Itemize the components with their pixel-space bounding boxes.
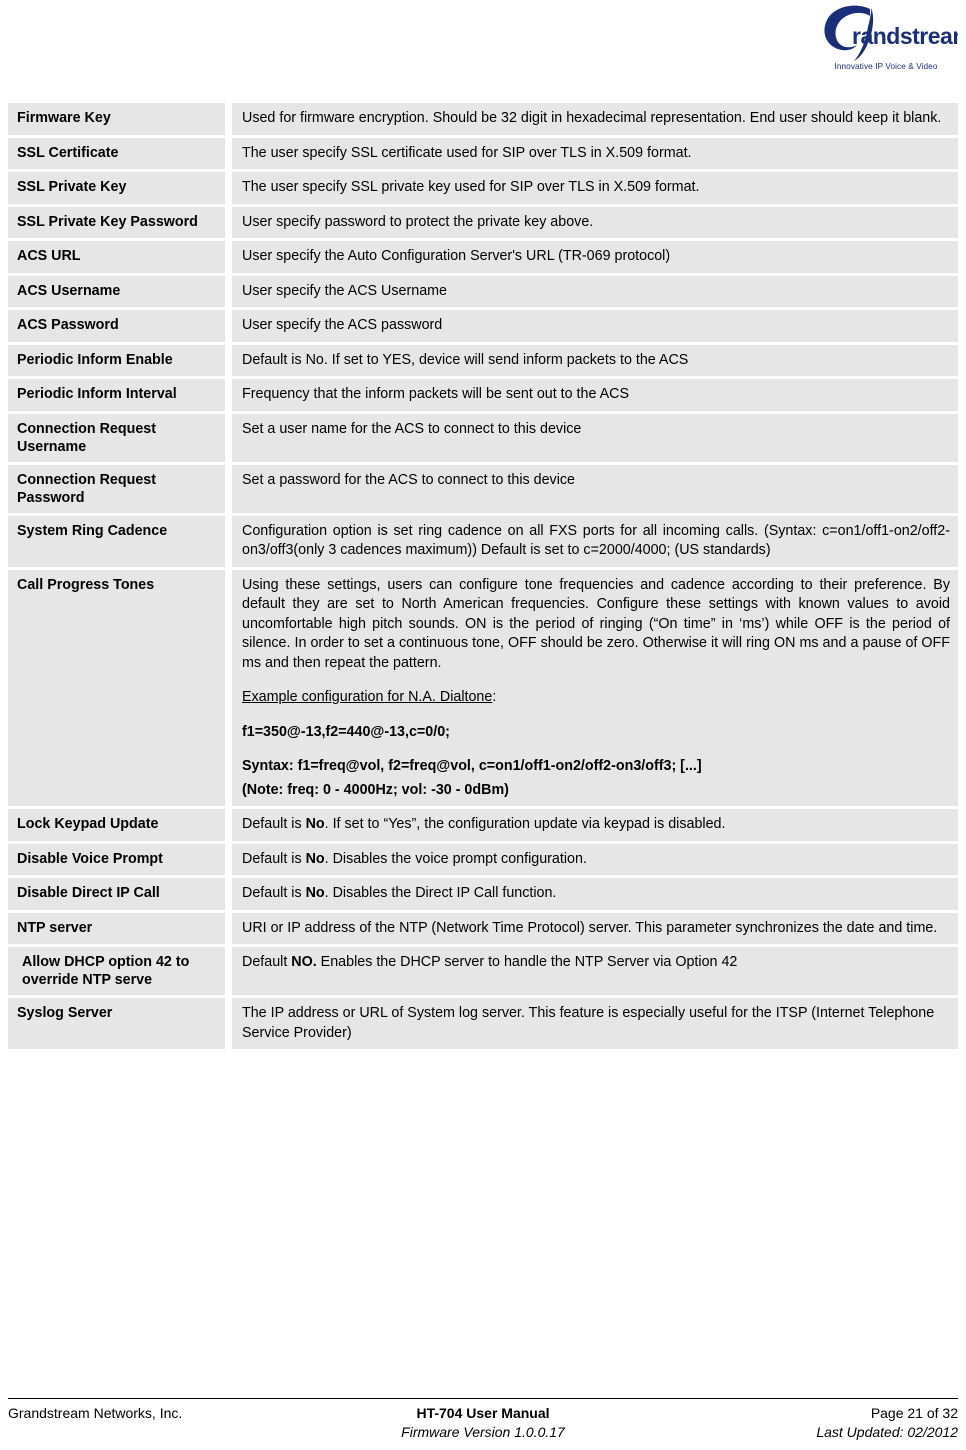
desc-suffix: . If set to “Yes”, the configuration upd… <box>324 816 726 832</box>
table-row: Periodic Inform Interval Frequency that … <box>8 379 958 411</box>
row-description: Set a user name for the ACS to connect t… <box>232 413 958 462</box>
table-row: Connection Request Username Set a user n… <box>8 413 958 462</box>
row-description: The IP address or URL of System log serv… <box>232 998 958 1049</box>
row-description: The user specify SSL certificate used fo… <box>232 137 958 169</box>
parameter-table: Firmware Key Used for firmware encryptio… <box>8 100 958 1052</box>
svg-text:randstream: randstream <box>852 23 958 49</box>
row-description: Used for firmware encryption. Should be … <box>232 103 958 135</box>
row-description: Using these settings, users can configur… <box>232 569 958 806</box>
row-label: SSL Private Key Password <box>8 206 232 238</box>
row-label: Allow DHCP option 42 to override NTP ser… <box>8 947 232 995</box>
table-row: Lock Keypad Update Default is No. If set… <box>8 809 958 841</box>
row-description: Set a password for the ACS to connect to… <box>232 464 958 513</box>
table-row: Disable Voice Prompt Default is No. Disa… <box>8 843 958 875</box>
desc-default-value: No <box>305 885 325 901</box>
logo-tagline: Innovative IP Voice & Video <box>834 62 938 71</box>
row-label: ACS Username <box>8 275 232 307</box>
desc-suffix: Enables the DHCP server to handle the NT… <box>316 954 738 970</box>
table-row: Disable Direct IP Call Default is No. Di… <box>8 878 958 910</box>
row-description: Default is No. Disables the voice prompt… <box>232 843 958 875</box>
row-label: SSL Certificate <box>8 137 232 169</box>
table-row: SSL Certificate The user specify SSL cer… <box>8 137 958 169</box>
example-config-heading: Example configuration for N.A. Dialtone: <box>242 688 950 708</box>
row-description: User specify password to protect the pri… <box>232 206 958 238</box>
page-footer: Grandstream Networks, Inc. HT-704 User M… <box>8 1398 958 1442</box>
row-label: Connection Request Password <box>8 464 232 513</box>
row-label: Connection Request Username <box>8 413 232 462</box>
table-row: Allow DHCP option 42 to override NTP ser… <box>8 947 958 995</box>
page-header: randstream Innovative IP Voice & Video <box>0 0 966 92</box>
footer-last-updated: Last Updated: 02/2012 <box>816 1424 958 1440</box>
row-description: Configuration option is set ring cadence… <box>232 515 958 567</box>
table-row: ACS Password User specify the ACS passwo… <box>8 310 958 342</box>
desc-prefix: Default is <box>242 885 306 901</box>
table-row: Connection Request Password Set a passwo… <box>8 464 958 513</box>
row-label: SSL Private Key <box>8 172 232 204</box>
row-label: System Ring Cadence <box>8 515 232 567</box>
row-description: Default is No. Disables the Direct IP Ca… <box>232 878 958 910</box>
footer-center: HT-704 User Manual Firmware Version 1.0.… <box>293 1404 673 1442</box>
table-row: Syslog Server The IP address or URL of S… <box>8 998 958 1049</box>
footer-manual-title: HT-704 User Manual <box>416 1405 550 1421</box>
desc-default-value: NO. <box>291 954 317 970</box>
row-label: Periodic Inform Interval <box>8 379 232 411</box>
desc-prefix: Default is <box>242 816 306 832</box>
row-description: URI or IP address of the NTP (Network Ti… <box>232 912 958 944</box>
desc-suffix: . Disables the voice prompt configuratio… <box>324 850 587 867</box>
table-row: ACS URL User specify the Auto Configurat… <box>8 241 958 273</box>
grandstream-logo-mark: randstream <box>824 5 958 61</box>
example-config-label: Example configuration for N.A. Dialtone <box>242 689 493 705</box>
desc-suffix: . Disables the Direct IP Call function. <box>324 885 557 901</box>
footer-page-number: Page 21 of 32 <box>870 1405 958 1421</box>
row-label: Syslog Server <box>8 998 232 1049</box>
example-config-colon: : <box>492 689 497 705</box>
table-row: Call Progress Tones Using these settings… <box>8 569 958 806</box>
row-description: The user specify SSL private key used fo… <box>232 172 958 204</box>
code-line-3: (Note: freq: 0 - 4000Hz; vol: -30 - 0dBm… <box>242 781 509 798</box>
row-description: Frequency that the inform packets will b… <box>232 379 958 411</box>
call-progress-paragraph: Using these settings, users can configur… <box>242 576 950 671</box>
desc-prefix: Default is <box>242 850 306 867</box>
row-label: Disable Direct IP Call <box>8 878 232 910</box>
desc-default-value: No <box>305 816 325 832</box>
table-row: ACS Username User specify the ACS Userna… <box>8 275 958 307</box>
table-row: Firmware Key Used for firmware encryptio… <box>8 103 958 135</box>
row-label: Call Progress Tones <box>8 569 232 806</box>
footer-firmware-version: Firmware Version 1.0.0.17 <box>401 1424 565 1440</box>
footer-right: Page 21 of 32 Last Updated: 02/2012 <box>673 1404 958 1442</box>
code-line-2: Syntax: f1=freq@vol, f2=freq@vol, c=on1/… <box>242 758 702 774</box>
table-row: SSL Private Key The user specify SSL pri… <box>8 172 958 204</box>
desc-prefix: Default <box>242 954 292 970</box>
table-row: System Ring Cadence Configuration option… <box>8 515 958 567</box>
row-label: Firmware Key <box>8 103 232 135</box>
table-row: Periodic Inform Enable Default is No. If… <box>8 344 958 376</box>
row-description: Default NO. Enables the DHCP server to h… <box>232 947 958 995</box>
row-label: ACS URL <box>8 241 232 273</box>
row-description: User specify the ACS Username <box>232 275 958 307</box>
row-label: ACS Password <box>8 310 232 342</box>
code-line-1: f1=350@-13,f2=440@-13,c=0/0; <box>242 723 450 740</box>
row-description: Default is No. If set to “Yes”, the conf… <box>232 809 958 841</box>
table-row: SSL Private Key Password User specify pa… <box>8 206 958 238</box>
row-description: User specify the ACS password <box>232 310 958 342</box>
row-label: Periodic Inform Enable <box>8 344 232 376</box>
table-row: NTP server URI or IP address of the NTP … <box>8 912 958 944</box>
row-description: User specify the Auto Configuration Serv… <box>232 241 958 273</box>
footer-company: Grandstream Networks, Inc. <box>8 1405 183 1421</box>
grandstream-logo: randstream Innovative IP Voice & Video <box>814 4 958 71</box>
row-label: Lock Keypad Update <box>8 809 232 841</box>
row-label: Disable Voice Prompt <box>8 843 232 875</box>
row-label: NTP server <box>8 912 232 944</box>
row-description: Default is No. If set to YES, device wil… <box>232 344 958 376</box>
desc-default-value: No <box>305 850 325 867</box>
